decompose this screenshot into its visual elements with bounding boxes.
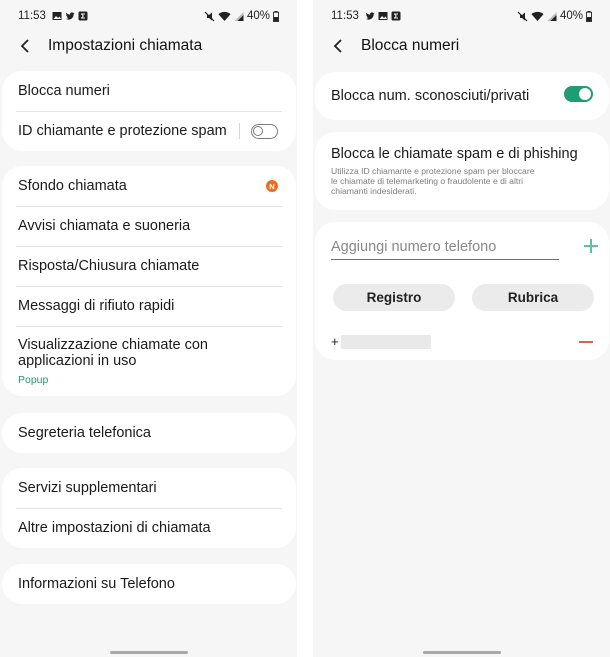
description-line: le chiamate di telemarketing o fraudolen…: [331, 176, 524, 186]
home-indicator[interactable]: [109, 651, 188, 654]
mute-icon: [517, 11, 528, 21]
settings-group-about: Informazioni su Telefono: [2, 564, 296, 604]
setting-quick-decline-messages[interactable]: Messaggi di rifiuto rapidi: [2, 286, 296, 326]
settings-group-block: Blocca numeri ID chiamante e protezione …: [2, 71, 296, 151]
blocked-numbers-card: Registro Rubrica +: [315, 222, 609, 360]
back-button[interactable]: [14, 35, 36, 57]
home-indicator[interactable]: [422, 651, 501, 654]
signal-icon: [234, 11, 244, 21]
setting-label: Informazioni su Telefono: [18, 576, 175, 592]
setting-call-display-in-apps[interactable]: Visualizzazione chiamate con applicazion…: [2, 326, 296, 396]
mute-icon: [204, 11, 215, 21]
settings-group-calls: Sfondo chiamata N Avvisi chiamata e suon…: [2, 166, 296, 396]
setting-block-unknown-private[interactable]: Blocca num. sconosciuti/privati: [315, 72, 609, 120]
contacts-button[interactable]: Rubrica: [472, 284, 594, 311]
unknown-numbers-card: Blocca num. sconosciuti/privati: [315, 72, 609, 120]
spam-phishing-title: Blocca le chiamate spam e di phishing: [331, 146, 578, 162]
setting-label: Blocca numeri: [18, 83, 110, 99]
setting-supplementary-services[interactable]: Servizi supplementari: [2, 468, 296, 508]
app-bar: Impostazioni chiamata: [0, 32, 297, 60]
battery-icon: [586, 10, 592, 22]
setting-answer-end-calls[interactable]: Risposta/Chiusura chiamate: [2, 246, 296, 286]
number-prefix: +: [331, 334, 339, 349]
add-number-field[interactable]: [331, 238, 559, 260]
block-unknown-toggle[interactable]: [564, 86, 593, 102]
back-button[interactable]: [327, 35, 349, 57]
caller-id-toggle[interactable]: [251, 124, 278, 139]
setting-block-numbers[interactable]: Blocca numeri: [2, 71, 296, 111]
setting-label: ID chiamante e protezione spam: [18, 123, 227, 139]
setting-label-line1: Visualizzazione chiamate con: [18, 336, 208, 353]
setting-label: Altre impostazioni di chiamata: [18, 520, 211, 536]
status-bar: 11:53 40%: [0, 0, 297, 32]
setting-about-phone[interactable]: Informazioni su Telefono: [2, 564, 296, 604]
status-time: 11:53: [18, 10, 46, 22]
wifi-icon: [218, 11, 231, 21]
block-numbers-screen: 11:53 40% Blocca numeri Blocca num. scon…: [313, 0, 610, 657]
description-line: chiamanti indesiderati.: [331, 186, 417, 196]
setting-label: Sfondo chiamata: [18, 178, 127, 194]
settings-group-additional: Servizi supplementari Altre impostazioni…: [2, 468, 296, 548]
setting-label: Avvisi chiamata e suoneria: [18, 218, 191, 234]
spam-phishing-card[interactable]: Blocca le chiamate spam e di phishing Ut…: [315, 132, 609, 210]
add-number-input[interactable]: [331, 239, 559, 255]
page-title: Impostazioni chiamata: [48, 37, 203, 54]
new-badge: N: [266, 180, 278, 192]
remove-icon[interactable]: [579, 341, 593, 343]
wifi-icon: [531, 11, 544, 21]
setting-label: Blocca num. sconosciuti/privati: [331, 88, 530, 104]
log-button[interactable]: Registro: [333, 284, 455, 311]
gallery-icon: [52, 12, 62, 20]
setting-voicemail[interactable]: Segreteria telefonica: [2, 413, 296, 453]
call-settings-screen: 11:53 40% Impostazioni chiamata Blocca n…: [0, 0, 297, 657]
spam-phishing-description: Utilizza ID chiamante e protezione spam …: [315, 162, 609, 196]
status-bar: 11:53 40%: [313, 0, 610, 32]
setting-label: Servizi supplementari: [18, 480, 157, 496]
back-arrow-icon: [333, 39, 342, 53]
battery-icon: [273, 10, 279, 22]
page-title: Blocca numeri: [361, 37, 460, 54]
setting-other-call-settings[interactable]: Altre impostazioni di chiamata: [2, 508, 296, 548]
setting-label: Messaggi di rifiuto rapidi: [18, 298, 175, 314]
back-arrow-icon: [20, 39, 29, 53]
battery-percent: 40%: [246, 10, 270, 22]
signal-icon: [547, 11, 557, 21]
sigma-icon: [391, 11, 401, 21]
gallery-icon: [378, 12, 388, 20]
redacted-number: [340, 334, 431, 349]
battery-percent: 40%: [559, 10, 583, 22]
description-line: Utilizza ID chiamante e protezione spam …: [331, 166, 535, 176]
sigma-icon: [78, 11, 88, 21]
setting-value-popup: Popup: [18, 373, 49, 386]
blocked-number-item: +: [331, 334, 431, 349]
twitter-icon: [365, 12, 375, 20]
setting-label-line2: applicazioni in uso: [18, 352, 137, 369]
setting-call-alerts-ringtone[interactable]: Avvisi chiamata e suoneria: [2, 206, 296, 246]
settings-group-voicemail: Segreteria telefonica: [2, 413, 296, 453]
add-icon[interactable]: [583, 238, 599, 254]
setting-label: Risposta/Chiusura chiamate: [18, 258, 200, 274]
app-bar: Blocca numeri: [313, 32, 610, 60]
twitter-icon: [65, 12, 75, 20]
setting-call-background[interactable]: Sfondo chiamata N: [2, 166, 296, 206]
setting-caller-id-spam[interactable]: ID chiamante e protezione spam: [2, 111, 296, 151]
setting-label: Segreteria telefonica: [18, 425, 151, 441]
divider: [239, 123, 240, 139]
status-time: 11:53: [331, 10, 359, 22]
